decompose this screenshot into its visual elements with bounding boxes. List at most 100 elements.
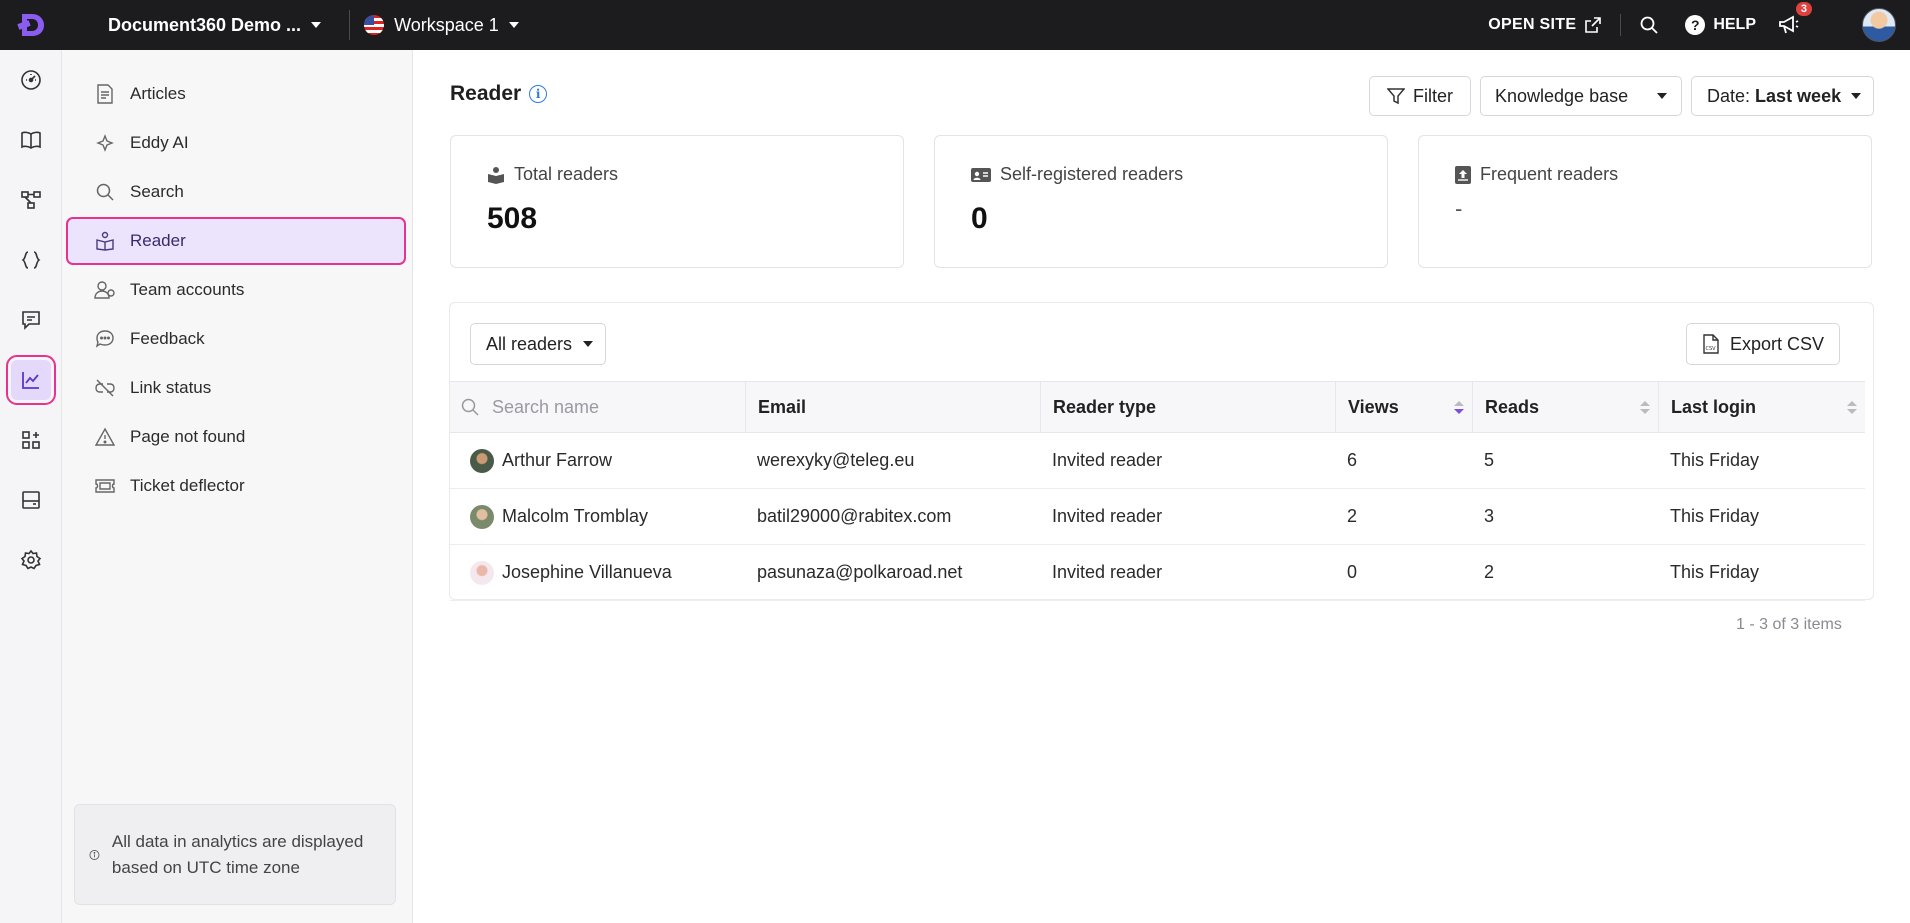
views-cell: 6 — [1347, 450, 1358, 470]
workspace-name: Workspace 1 — [394, 14, 499, 35]
reader-name-cell[interactable]: Arthur Farrow — [470, 433, 612, 488]
open-site-link[interactable]: OPEN SITE — [1488, 16, 1602, 34]
chevron-down-icon — [508, 22, 519, 28]
chevron-down-icon — [1851, 93, 1861, 99]
reader-badge-icon — [488, 166, 504, 184]
table-row[interactable]: Arthur Farrow werexyky@teleg.eu Invited … — [450, 433, 1865, 489]
note-text: All data in analytics are displayed base… — [111, 831, 364, 877]
svg-text:CSV: CSV — [1705, 346, 1716, 352]
email-cell: batil29000@rabitex.com — [757, 506, 952, 526]
chevron-down-icon — [311, 22, 322, 28]
sidebar-item-page-not-found[interactable]: Page not found — [66, 413, 406, 461]
reader-icon — [94, 230, 116, 252]
icon-rail — [0, 50, 62, 923]
card-value: 0 — [971, 202, 988, 235]
help-button[interactable]: ? HELP — [1685, 15, 1756, 35]
project-name: Document360 Demo ... — [108, 14, 302, 35]
top-bar: Document360 Demo ... Workspace 1 OPEN SI… — [0, 0, 1910, 50]
frequent-readers-card: Frequent readers - — [1418, 135, 1872, 268]
workflow-icon[interactable] — [11, 180, 51, 220]
megaphone-icon — [1779, 15, 1799, 34]
reader-name: Josephine Villanueva — [502, 562, 672, 582]
help-label: HELP — [1713, 16, 1756, 33]
export-csv-label: Export CSV — [1729, 333, 1825, 354]
export-csv-button[interactable]: CSV Export CSV — [1686, 323, 1840, 365]
reads-cell: 5 — [1484, 450, 1495, 470]
main-content: Reader i Filter Knowledge base Date: Las… — [413, 50, 1910, 923]
table-row[interactable]: Josephine Villanueva pasunaza@polkaroad.… — [450, 545, 1865, 601]
help-icon: ? — [1685, 15, 1706, 35]
reader-type-cell: Invited reader — [1052, 506, 1163, 526]
last-login-cell: This Friday — [1670, 506, 1760, 526]
sidebar-item-link-status[interactable]: Link status — [66, 364, 406, 412]
sidebar-item-team-accounts[interactable]: Team accounts — [66, 266, 406, 314]
filter-label: Filter — [1413, 85, 1453, 106]
knowledge-base-dropdown[interactable]: Knowledge base — [1480, 76, 1682, 116]
table-row[interactable]: Malcolm Tromblay batil29000@rabitex.com … — [450, 489, 1865, 545]
date-range-dropdown[interactable]: Date: Last week — [1691, 76, 1874, 116]
reader-type-cell: Invited reader — [1052, 562, 1163, 582]
reads-cell: 2 — [1484, 562, 1495, 582]
chevron-down-icon — [1657, 93, 1667, 99]
filter-button[interactable]: Filter — [1369, 76, 1471, 116]
article-icon — [94, 83, 116, 105]
date-prefix: Date: — [1707, 85, 1751, 106]
documentation-icon[interactable] — [11, 120, 51, 160]
kb-label: Knowledge base — [1495, 85, 1629, 106]
sidebar-item-label: Page not found — [130, 427, 246, 446]
reader-name-cell[interactable]: Josephine Villanueva — [470, 545, 672, 600]
card-label-text: Total readers — [514, 164, 619, 184]
project-selector[interactable]: Document360 Demo ... — [108, 14, 322, 36]
sidebar-item-ticket-deflector[interactable]: Ticket deflector — [66, 462, 406, 510]
apps-icon[interactable] — [11, 420, 51, 460]
email-cell: werexyky@teleg.eu — [757, 450, 915, 470]
last-login-cell: This Friday — [1670, 450, 1760, 470]
sidebar-item-reader[interactable]: Reader — [66, 217, 406, 265]
search-icon[interactable] — [1639, 15, 1659, 35]
warning-icon — [94, 426, 116, 448]
workspace-selector[interactable]: Workspace 1 — [364, 15, 519, 36]
page-title-text: Reader — [450, 82, 522, 105]
sidebar-item-label: Eddy AI — [130, 133, 189, 152]
feedback-icon[interactable] — [11, 300, 51, 340]
column-header-label: Reader type — [1053, 396, 1157, 417]
sidebar-item-eddy-ai[interactable]: Eddy AI — [66, 119, 406, 167]
name-search-cell[interactable]: Search name — [450, 382, 745, 432]
sort-icon[interactable] — [1640, 401, 1650, 415]
dashboard-icon[interactable] — [11, 60, 51, 100]
user-avatar[interactable] — [1862, 8, 1896, 42]
views-cell: 2 — [1347, 506, 1358, 526]
reader-name-cell[interactable]: Malcolm Tromblay — [470, 489, 648, 544]
sort-icon[interactable] — [1847, 401, 1857, 415]
column-header-views[interactable]: Views — [1335, 382, 1472, 432]
sidebar-item-feedback[interactable]: Feedback — [66, 315, 406, 363]
document360-logo[interactable] — [0, 0, 62, 50]
notification-badge: 3 — [1795, 2, 1812, 16]
sidebar-item-articles[interactable]: Articles — [66, 70, 406, 118]
search-name-input[interactable]: Search name — [492, 397, 599, 418]
card-label: Total readers — [487, 164, 618, 185]
api-icon[interactable] — [11, 240, 51, 280]
settings-icon[interactable] — [11, 540, 51, 580]
ticket-icon — [94, 475, 116, 497]
sidebar-item-label: Search — [130, 182, 184, 201]
avatar — [470, 448, 494, 473]
divider — [1620, 14, 1622, 36]
info-icon — [89, 849, 100, 860]
readers-filter-dropdown[interactable]: All readers — [470, 323, 606, 365]
info-icon[interactable]: i — [529, 85, 548, 103]
column-header-last-login[interactable]: Last login — [1658, 382, 1865, 432]
widget-icon[interactable] — [11, 480, 51, 520]
column-header-label: Reads — [1485, 396, 1540, 417]
id-card-icon — [971, 167, 991, 182]
table-header: Search name Email Reader type Views Read… — [450, 381, 1865, 433]
column-header-reader-type: Reader type — [1040, 382, 1335, 432]
views-cell: 0 — [1347, 562, 1358, 582]
readers-filter-label: All readers — [486, 333, 573, 354]
analytics-icon[interactable] — [6, 355, 56, 405]
sidebar-item-search[interactable]: Search — [66, 168, 406, 216]
column-header-reads[interactable]: Reads — [1472, 382, 1658, 432]
column-header-label: Views — [1348, 396, 1399, 417]
notifications-button[interactable]: 3 — [1776, 2, 1812, 38]
sort-icon[interactable] — [1454, 401, 1464, 415]
